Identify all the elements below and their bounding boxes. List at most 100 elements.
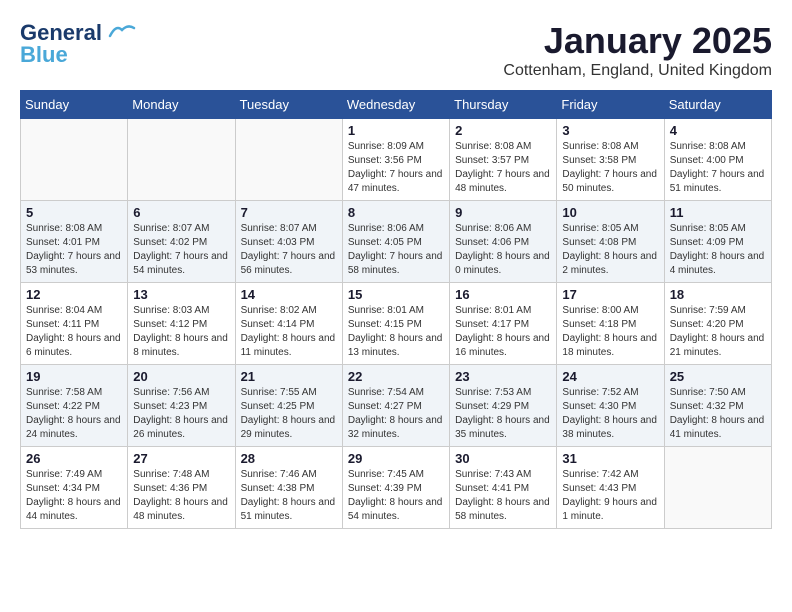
calendar-cell	[21, 119, 128, 201]
day-number: 25	[670, 369, 766, 384]
calendar-cell: 18 Sunrise: 7:59 AMSunset: 4:20 PMDayligh…	[664, 283, 771, 365]
calendar-cell: 23 Sunrise: 7:53 AMSunset: 4:29 PMDayligh…	[450, 365, 557, 447]
calendar-cell: 26 Sunrise: 7:49 AMSunset: 4:34 PMDayligh…	[21, 447, 128, 529]
day-number: 5	[26, 205, 122, 220]
day-number: 19	[26, 369, 122, 384]
calendar-row: 1Sunrise: 8:09 AMSunset: 3:56 PMDaylight…	[21, 119, 772, 201]
weekday-header-monday: Monday	[128, 91, 235, 119]
day-info: Sunrise: 8:07 AMSunset: 4:03 PMDaylight:…	[241, 222, 337, 278]
day-number: 30	[455, 451, 551, 466]
day-info: Sunrise: 7:43 AMSunset: 4:41 PMDaylight:…	[455, 468, 551, 524]
day-info: Sunrise: 8:03 AMSunset: 4:12 PMDaylight:…	[133, 304, 229, 360]
calendar-cell: 22Sunrise: 7:54 AMSunset: 4:27 PMDayligh…	[342, 365, 449, 447]
calendar-cell: 16Sunrise: 8:01 AMSunset: 4:17 PMDayligh…	[450, 283, 557, 365]
day-number: 24	[562, 369, 658, 384]
calendar-cell: 7 Sunrise: 8:07 AMSunset: 4:03 PMDaylight…	[235, 201, 342, 283]
calendar-cell: 8 Sunrise: 8:06 AMSunset: 4:05 PMDaylight…	[342, 201, 449, 283]
weekday-header-saturday: Saturday	[664, 91, 771, 119]
calendar-cell: 17 Sunrise: 8:00 AMSunset: 4:18 PMDayligh…	[557, 283, 664, 365]
day-info: Sunrise: 8:08 AMSunset: 4:00 PMDaylight:…	[670, 140, 766, 196]
day-info: Sunrise: 7:49 AMSunset: 4:34 PMDaylight:…	[26, 468, 122, 524]
calendar-cell: 1Sunrise: 8:09 AMSunset: 3:56 PMDaylight…	[342, 119, 449, 201]
weekday-header-thursday: Thursday	[450, 91, 557, 119]
day-info: Sunrise: 7:46 AMSunset: 4:38 PMDaylight:…	[241, 468, 337, 524]
calendar-cell: 2 Sunrise: 8:08 AMSunset: 3:57 PMDaylight…	[450, 119, 557, 201]
day-info: Sunrise: 8:06 AMSunset: 4:05 PMDaylight:…	[348, 222, 444, 278]
day-number: 17	[562, 287, 658, 302]
day-info: Sunrise: 8:04 AMSunset: 4:11 PMDaylight:…	[26, 304, 122, 360]
day-number: 6	[133, 205, 229, 220]
day-info: Sunrise: 8:08 AMSunset: 3:57 PMDaylight:…	[455, 140, 551, 196]
day-number: 31	[562, 451, 658, 466]
day-number: 10	[562, 205, 658, 220]
calendar-cell	[664, 447, 771, 529]
calendar-cell: 19Sunrise: 7:58 AMSunset: 4:22 PMDayligh…	[21, 365, 128, 447]
day-info: Sunrise: 7:50 AMSunset: 4:32 PMDaylight:…	[670, 386, 766, 442]
day-number: 2	[455, 123, 551, 138]
calendar-cell: 14 Sunrise: 8:02 AMSunset: 4:14 PMDayligh…	[235, 283, 342, 365]
calendar-cell: 21 Sunrise: 7:55 AMSunset: 4:25 PMDayligh…	[235, 365, 342, 447]
calendar-cell: 25 Sunrise: 7:50 AMSunset: 4:32 PMDayligh…	[664, 365, 771, 447]
logo: General Blue	[20, 20, 136, 68]
weekday-header-sunday: Sunday	[21, 91, 128, 119]
day-info: Sunrise: 8:01 AMSunset: 4:15 PMDaylight:…	[348, 304, 444, 360]
calendar-cell: 4 Sunrise: 8:08 AMSunset: 4:00 PMDaylight…	[664, 119, 771, 201]
calendar-cell: 24Sunrise: 7:52 AMSunset: 4:30 PMDayligh…	[557, 365, 664, 447]
day-info: Sunrise: 7:53 AMSunset: 4:29 PMDaylight:…	[455, 386, 551, 442]
day-info: Sunrise: 7:59 AMSunset: 4:20 PMDaylight:…	[670, 304, 766, 360]
calendar-cell	[128, 119, 235, 201]
day-number: 11	[670, 205, 766, 220]
day-info: Sunrise: 7:45 AMSunset: 4:39 PMDaylight:…	[348, 468, 444, 524]
day-number: 26	[26, 451, 122, 466]
calendar-cell: 11 Sunrise: 8:05 AMSunset: 4:09 PMDayligh…	[664, 201, 771, 283]
calendar-cell: 31 Sunrise: 7:42 AMSunset: 4:43 PMDayligh…	[557, 447, 664, 529]
day-number: 8	[348, 205, 444, 220]
day-number: 4	[670, 123, 766, 138]
day-number: 14	[241, 287, 337, 302]
calendar-cell: 27 Sunrise: 7:48 AMSunset: 4:36 PMDayligh…	[128, 447, 235, 529]
day-info: Sunrise: 7:55 AMSunset: 4:25 PMDaylight:…	[241, 386, 337, 442]
calendar-table: SundayMondayTuesdayWednesdayThursdayFrid…	[20, 90, 772, 529]
day-number: 7	[241, 205, 337, 220]
calendar-cell: 30 Sunrise: 7:43 AMSunset: 4:41 PMDayligh…	[450, 447, 557, 529]
day-info: Sunrise: 8:06 AMSunset: 4:06 PMDaylight:…	[455, 222, 551, 278]
calendar-cell: 15 Sunrise: 8:01 AMSunset: 4:15 PMDayligh…	[342, 283, 449, 365]
weekday-header-row: SundayMondayTuesdayWednesdayThursdayFrid…	[21, 91, 772, 119]
day-info: Sunrise: 8:00 AMSunset: 4:18 PMDaylight:…	[562, 304, 658, 360]
day-number: 21	[241, 369, 337, 384]
day-info: Sunrise: 8:02 AMSunset: 4:14 PMDaylight:…	[241, 304, 337, 360]
day-info: Sunrise: 7:42 AMSunset: 4:43 PMDaylight:…	[562, 468, 658, 524]
day-number: 3	[562, 123, 658, 138]
calendar-cell: 20 Sunrise: 7:56 AMSunset: 4:23 PMDayligh…	[128, 365, 235, 447]
month-title: January 2025	[503, 20, 772, 62]
day-number: 15	[348, 287, 444, 302]
calendar-cell: 12Sunrise: 8:04 AMSunset: 4:11 PMDayligh…	[21, 283, 128, 365]
logo-bird-icon	[108, 22, 136, 40]
day-number: 20	[133, 369, 229, 384]
calendar-row: 26 Sunrise: 7:49 AMSunset: 4:34 PMDayligh…	[21, 447, 772, 529]
day-info: Sunrise: 7:48 AMSunset: 4:36 PMDaylight:…	[133, 468, 229, 524]
day-info: Sunrise: 7:54 AMSunset: 4:27 PMDaylight:…	[348, 386, 444, 442]
calendar-row: 19Sunrise: 7:58 AMSunset: 4:22 PMDayligh…	[21, 365, 772, 447]
logo-blue: Blue	[20, 42, 68, 68]
day-info: Sunrise: 8:01 AMSunset: 4:17 PMDaylight:…	[455, 304, 551, 360]
weekday-header-wednesday: Wednesday	[342, 91, 449, 119]
day-number: 27	[133, 451, 229, 466]
day-info: Sunrise: 8:07 AMSunset: 4:02 PMDaylight:…	[133, 222, 229, 278]
location: Cottenham, England, United Kingdom	[503, 62, 772, 80]
day-number: 18	[670, 287, 766, 302]
day-number: 29	[348, 451, 444, 466]
day-number: 13	[133, 287, 229, 302]
day-number: 23	[455, 369, 551, 384]
calendar-cell: 3 Sunrise: 8:08 AMSunset: 3:58 PMDaylight…	[557, 119, 664, 201]
day-info: Sunrise: 8:09 AMSunset: 3:56 PMDaylight:…	[348, 140, 444, 196]
calendar-cell: 9 Sunrise: 8:06 AMSunset: 4:06 PMDaylight…	[450, 201, 557, 283]
title-area: January 2025 Cottenham, England, United …	[503, 20, 772, 80]
day-info: Sunrise: 8:05 AMSunset: 4:09 PMDaylight:…	[670, 222, 766, 278]
day-number: 9	[455, 205, 551, 220]
day-info: Sunrise: 8:08 AMSunset: 3:58 PMDaylight:…	[562, 140, 658, 196]
calendar-cell	[235, 119, 342, 201]
day-info: Sunrise: 7:56 AMSunset: 4:23 PMDaylight:…	[133, 386, 229, 442]
calendar-cell: 13 Sunrise: 8:03 AMSunset: 4:12 PMDayligh…	[128, 283, 235, 365]
calendar-cell: 6 Sunrise: 8:07 AMSunset: 4:02 PMDaylight…	[128, 201, 235, 283]
